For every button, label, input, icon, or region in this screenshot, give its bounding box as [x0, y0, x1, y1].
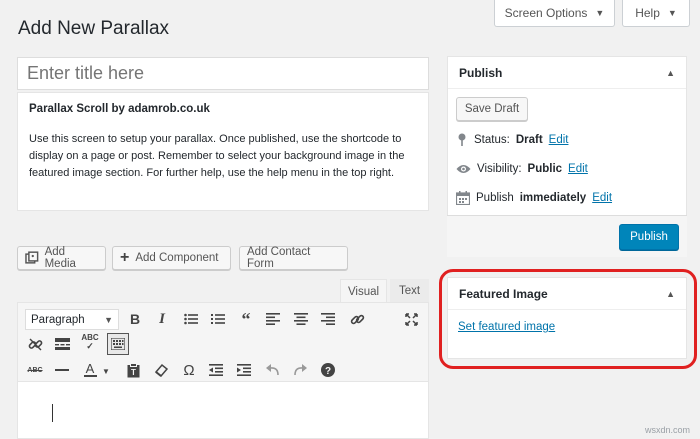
svg-text:?: ? — [325, 366, 331, 377]
visibility-row: Visibility: Public Edit — [456, 160, 588, 178]
strikethrough-icon[interactable]: ABC — [25, 360, 45, 380]
publish-value: immediately — [519, 192, 587, 204]
visibility-edit-link[interactable]: Edit — [568, 163, 588, 175]
link-icon[interactable] — [347, 309, 367, 329]
plus-icon: + — [120, 249, 130, 266]
chevron-down-icon[interactable]: ▼ — [100, 361, 112, 381]
pin-icon — [458, 133, 466, 146]
fullscreen-icon[interactable] — [401, 309, 421, 329]
tab-text-label: Text — [398, 285, 421, 297]
watermark: wsxdn.com — [645, 425, 691, 435]
visibility-value: Public — [527, 163, 563, 175]
status-row: Status: Draft Edit — [456, 131, 568, 149]
add-contact-form-button[interactable]: Add Contact Form — [239, 246, 348, 270]
format-select[interactable]: Paragraph ▼ — [25, 309, 119, 330]
publish-edit-link[interactable]: Edit — [592, 192, 612, 204]
notice-body: Use this screen to setup your parallax. … — [29, 133, 405, 179]
add-media-button[interactable]: Add Media — [17, 246, 106, 270]
outdent-icon[interactable] — [206, 360, 226, 380]
svg-text:T: T — [131, 368, 136, 377]
status-value: Draft — [515, 134, 543, 146]
caret-down-icon: ▼ — [595, 8, 605, 18]
add-component-label: Add Component — [135, 252, 219, 264]
format-select-value: Paragraph — [31, 313, 85, 326]
bold-icon[interactable]: B — [125, 309, 145, 329]
plugin-notice: Parallax Scroll by adamrob.co.uk Use thi… — [17, 92, 429, 211]
read-more-icon[interactable] — [52, 334, 72, 354]
blockquote-icon[interactable]: “ — [236, 309, 256, 329]
visibility-label: Visibility: — [477, 163, 522, 175]
calendar-icon — [456, 191, 470, 205]
status-label: Status: — [474, 134, 510, 146]
status-edit-link[interactable]: Edit — [549, 134, 569, 146]
text-color-icon[interactable]: A — [80, 360, 100, 380]
publish-label: Publish — [476, 192, 514, 204]
help-button[interactable]: Help ▼ — [622, 0, 690, 27]
save-draft-button[interactable]: Save Draft — [456, 97, 528, 121]
clear-formatting-icon[interactable] — [151, 360, 171, 380]
publish-box-header[interactable]: Publish ▲ — [448, 57, 686, 89]
undo-icon[interactable] — [263, 360, 283, 380]
horizontal-line-icon[interactable] — [52, 360, 72, 380]
highlight-annotation — [439, 269, 697, 369]
publish-button[interactable]: Publish — [619, 224, 679, 250]
help-icon[interactable]: ? — [318, 360, 338, 380]
unlink-icon[interactable] — [25, 334, 45, 354]
screen-options-label: Screen Options — [504, 6, 588, 20]
chevron-down-icon: ▼ — [104, 314, 113, 325]
bullet-list-icon[interactable] — [181, 309, 201, 329]
paste-text-icon[interactable]: T — [123, 360, 143, 380]
help-label: Help — [635, 6, 660, 20]
italic-icon[interactable]: I — [152, 309, 172, 329]
add-component-button[interactable]: + Add Component — [112, 246, 231, 270]
tab-visual[interactable]: Visual — [340, 279, 387, 303]
tab-visual-label: Visual — [347, 285, 380, 298]
add-contact-form-label: Add Contact Form — [247, 246, 311, 270]
align-center-icon[interactable] — [291, 309, 311, 329]
schedule-row: Publish immediately Edit — [456, 189, 612, 207]
text-cursor — [52, 404, 53, 422]
editor-content-area[interactable] — [17, 382, 429, 439]
special-character-icon[interactable]: Ω — [179, 360, 199, 380]
redo-icon[interactable] — [290, 360, 310, 380]
tab-text[interactable]: Text — [390, 279, 429, 303]
align-left-icon[interactable] — [263, 309, 283, 329]
add-media-icon — [25, 251, 39, 264]
page-title: Add New Parallax — [18, 18, 170, 39]
toolbar-toggle-icon[interactable] — [107, 333, 129, 355]
collapse-triangle-icon[interactable]: ▲ — [666, 68, 675, 78]
spellcheck-icon[interactable]: ABC ✓ — [80, 332, 100, 352]
align-right-icon[interactable] — [318, 309, 338, 329]
caret-down-icon: ▼ — [667, 8, 677, 18]
publish-box-title: Publish — [459, 65, 503, 80]
eye-icon — [456, 165, 471, 173]
screen-options-button[interactable]: Screen Options ▼ — [494, 0, 615, 27]
indent-icon[interactable] — [234, 360, 254, 380]
numbered-list-icon[interactable] — [208, 309, 228, 329]
add-media-label: Add Media — [44, 246, 76, 270]
notice-heading: Parallax Scroll by adamrob.co.uk — [29, 103, 210, 115]
title-input[interactable] — [17, 57, 429, 90]
